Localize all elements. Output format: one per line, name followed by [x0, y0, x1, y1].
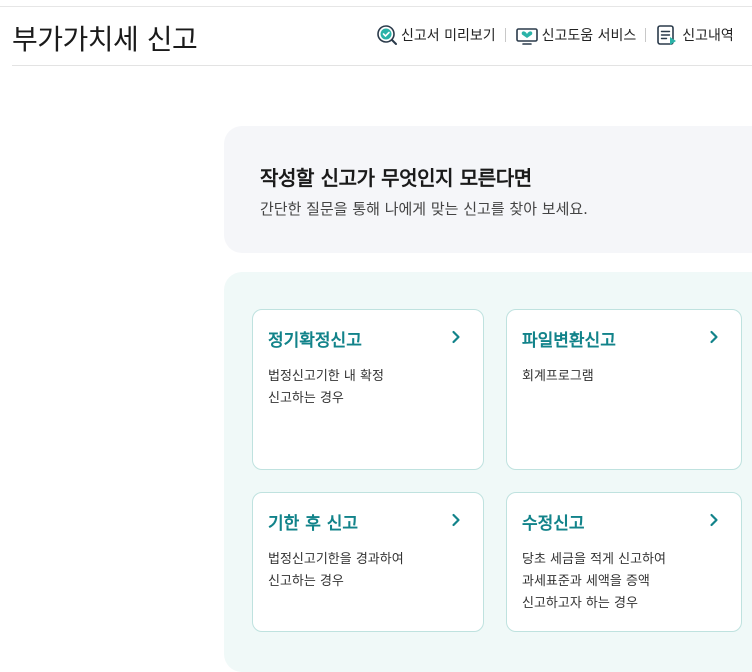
card-description-line: 법정신고기한 내 확정 — [268, 369, 384, 384]
card-file-conversion-report[interactable]: 파일변환신고 회계프로그램 — [506, 309, 742, 470]
card-description-line: 신고하는 경우 — [268, 574, 344, 589]
history-link[interactable]: 신고내역 — [655, 24, 734, 46]
history-link-label: 신고내역 — [682, 28, 734, 44]
help-service-link-label: 신고도움 서비스 — [541, 28, 637, 44]
card-description-line: 회계프로그램 — [522, 369, 594, 384]
card-regular-final-report[interactable]: 정기확정신고 법정신고기한 내 확정 신고하는 경우 — [252, 309, 484, 470]
card-description-line: 당초 세금을 적게 신고하여 — [522, 552, 666, 567]
card-late-report[interactable]: 기한 후 신고 법정신고기한을 경과하여 신고하는 경우 — [252, 492, 484, 632]
card-title: 기한 후 신고 — [268, 514, 359, 534]
header-divider — [12, 65, 752, 66]
card-description: 회계프로그램 — [522, 366, 594, 388]
magnifier-check-icon — [377, 25, 397, 45]
card-description: 법정신고기한을 경과하여 신고하는 경우 — [268, 549, 404, 593]
header-links: 신고서 미리보기 신고도움 서비스 신고내역 — [376, 24, 734, 46]
card-amended-report[interactable]: 수정신고 당초 세금을 적게 신고하여 과세표준과 세액을 증액 신고하고자 하… — [506, 492, 742, 632]
card-title: 정기확정신고 — [268, 331, 362, 351]
header-separator — [504, 28, 506, 42]
chevron-right-icon — [452, 513, 460, 527]
help-service-link[interactable]: 신고도움 서비스 — [515, 24, 637, 46]
top-divider — [0, 6, 752, 7]
card-description: 당초 세금을 적게 신고하여 과세표준과 세액을 증액 신고하고자 하는 경우 — [522, 549, 666, 615]
header-separator — [645, 28, 647, 42]
report-type-panel: 정기확정신고 법정신고기한 내 확정 신고하는 경우 파일변환신고 회계프로그램… — [224, 272, 752, 672]
card-title: 수정신고 — [522, 514, 585, 534]
chevron-right-icon — [710, 330, 718, 344]
card-description-line: 법정신고기한을 경과하여 — [268, 552, 404, 567]
document-list-icon — [657, 25, 677, 45]
monitor-heart-icon — [515, 28, 538, 45]
preview-link-label: 신고서 미리보기 — [401, 28, 496, 44]
card-title: 파일변환신고 — [522, 331, 616, 351]
guide-text: 간단한 질문을 통해 나에게 맞는 신고를 찾아 보세요. — [260, 200, 588, 218]
card-description-line: 신고하고자 하는 경우 — [522, 596, 638, 611]
guide-heading: 작성할 신고가 무엇인지 모른다면 — [260, 166, 532, 190]
card-description-line: 신고하는 경우 — [268, 391, 344, 406]
card-description-line: 과세표준과 세액을 증액 — [522, 574, 650, 589]
chevron-right-icon — [452, 330, 460, 344]
preview-link[interactable]: 신고서 미리보기 — [376, 24, 496, 46]
chevron-right-icon — [710, 513, 718, 527]
guide-banner[interactable]: 작성할 신고가 무엇인지 모른다면 간단한 질문을 통해 나에게 맞는 신고를 … — [224, 126, 752, 253]
card-description: 법정신고기한 내 확정 신고하는 경우 — [268, 366, 384, 410]
page-title: 부가가치세 신고 — [12, 23, 198, 56]
